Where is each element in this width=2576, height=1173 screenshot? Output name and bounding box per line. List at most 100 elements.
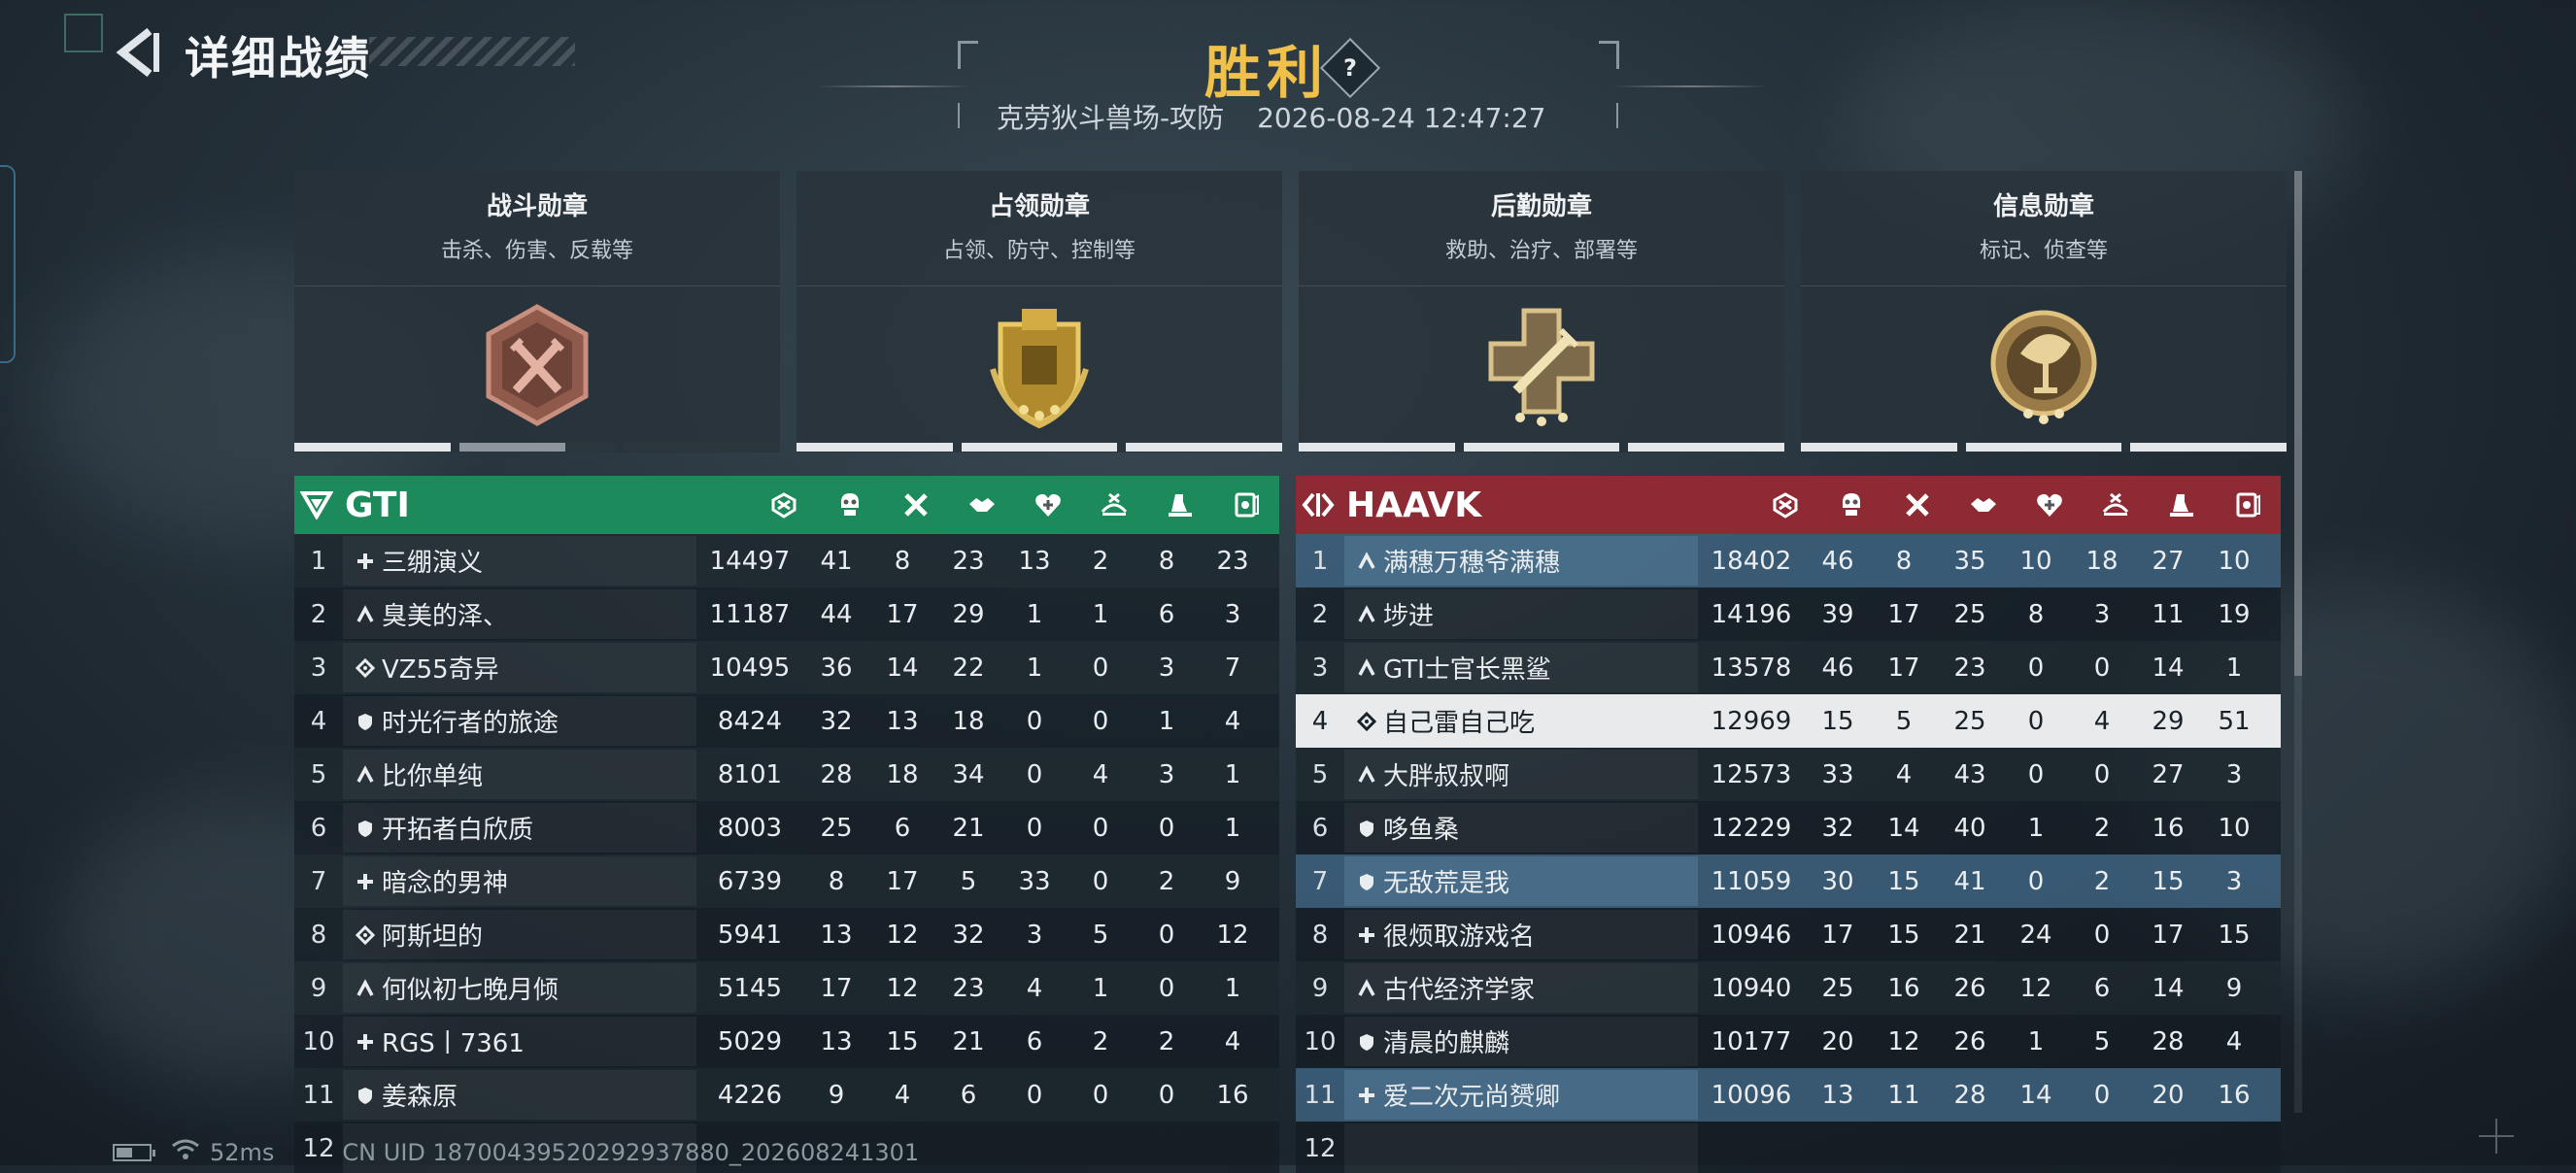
deploy-icon[interactable] [2149, 476, 2215, 534]
player-stat: 17 [2152, 920, 2185, 950]
player-stat: 7 [1224, 653, 1241, 683]
medal-card[interactable]: 信息勋章 标记、侦查等 [1801, 171, 2288, 452]
player-stat: 11 [2152, 599, 2185, 629]
player-row[interactable]: 1 三绷演义 14497 41 8 23 13 2 8 23 [294, 534, 1279, 587]
player-row[interactable]: 2 臭美的泽、 11187 44 17 29 1 1 6 3 [294, 587, 1279, 641]
player-stat: 16 [2218, 1080, 2251, 1110]
player-stat: 32 [820, 706, 853, 736]
player-row[interactable]: 6 哆鱼桑 12229 32 14 40 1 2 16 10 [1296, 801, 2281, 855]
medal-description: 标记、侦查等 [1979, 239, 2108, 263]
player-stat: 17 [1887, 653, 1920, 683]
side-tab-handle[interactable] [0, 165, 16, 363]
player-row[interactable]: 9 何似初七晚月倾 5145 17 12 23 4 1 0 1 [294, 961, 1279, 1015]
player-score: 10177 [1711, 1026, 1792, 1056]
team-haavk-panel: HAAVK 1 满穗万穗爷满穗 18402 46 8 35 10 18 27 10 2 埗进 1… [1296, 476, 2281, 1173]
score-icon[interactable] [751, 476, 817, 534]
player-stat: 14 [1887, 813, 1920, 843]
player-stat: 0 [1092, 653, 1109, 683]
player-row[interactable]: 3 VZ55奇异 10495 36 14 22 1 0 3 7 [294, 641, 1279, 694]
player-rank: 2 [310, 599, 327, 629]
player-row[interactable]: 3 GTI士官长黑鲨 13578 46 17 23 0 0 14 1 [1296, 641, 2281, 694]
player-name-cell: 姜森原 [343, 1070, 696, 1120]
player-stat: 3 [1158, 759, 1175, 789]
player-score: 8003 [717, 813, 783, 843]
stat-column-header [751, 476, 1279, 534]
player-list[interactable]: 1 满穗万穗爷满穗 18402 46 8 35 10 18 27 10 2 埗进 14196 39… [1296, 534, 2281, 1173]
player-stat: 9 [1224, 866, 1241, 896]
capture-icon[interactable] [1081, 476, 1147, 534]
player-row[interactable]: 10 清晨的麒麟 10177 20 12 26 1 5 28 4 [1296, 1015, 2281, 1068]
engineer-class-icon [1354, 549, 1379, 574]
assault-class-icon [353, 1029, 378, 1055]
intel-icon[interactable] [2215, 476, 2281, 534]
player-stat: 13 [820, 1026, 853, 1056]
player-row[interactable]: 9 古代经济学家 10940 25 16 26 12 6 14 9 [1296, 961, 2281, 1015]
header-line-left [816, 85, 971, 87]
medal-card[interactable]: 后勤勋章 救助、治疗、部署等 [1299, 171, 1785, 452]
player-score: 12229 [1711, 813, 1792, 843]
kills-icon[interactable] [1818, 476, 1884, 534]
help-button[interactable]: ? [1319, 37, 1381, 99]
player-name-cell: 哆鱼桑 [1344, 803, 1698, 853]
player-row[interactable]: 2 埗进 14196 39 17 25 8 3 11 19 [1296, 587, 2281, 641]
intel-medal-icon [1985, 301, 2102, 431]
player-rank: 1 [310, 546, 327, 576]
player-row[interactable]: 11 姜森原 4226 9 4 6 0 0 0 16 [294, 1068, 1279, 1122]
assists-icon[interactable] [949, 476, 1015, 534]
player-stat: 12 [886, 920, 919, 950]
scrollbar-thumb[interactable] [2294, 171, 2302, 676]
player-score: 8424 [717, 706, 783, 736]
title-stripe-decoration [369, 37, 575, 66]
deploy-icon[interactable] [1147, 476, 1213, 534]
back-arrow-icon[interactable] [115, 25, 161, 80]
player-row[interactable]: 12 [1296, 1122, 2281, 1173]
team-header: GTI [294, 476, 1279, 534]
player-row[interactable]: 11 爱二次元尚赟卿 10096 13 11 28 14 0 20 16 [1296, 1068, 2281, 1122]
player-name-cell: 无敌荒是我 [1344, 856, 1698, 906]
medal-card[interactable]: 战斗勋章 击杀、伤害、反载等 [294, 171, 781, 452]
player-stat: 0 [2027, 866, 2045, 896]
player-row[interactable]: 1 满穗万穗爷满穗 18402 46 8 35 10 18 27 10 [1296, 534, 2281, 587]
player-row[interactable]: 5 大胖叔叔啊 12573 33 4 43 0 0 27 3 [1296, 748, 2281, 801]
revives-icon[interactable] [2017, 476, 2083, 534]
player-stat: 4 [1026, 973, 1043, 1003]
player-stat: 0 [1092, 813, 1109, 843]
score-icon[interactable] [1752, 476, 1818, 534]
support-class-icon [1354, 869, 1379, 894]
player-row[interactable]: 7 无敌荒是我 11059 30 15 41 0 2 15 3 [1296, 855, 2281, 908]
assault-class-icon [1354, 922, 1379, 948]
player-row[interactable]: 8 很烦取游戏名 10946 17 15 21 24 0 17 15 [1296, 908, 2281, 961]
player-stat: 0 [1026, 1080, 1043, 1110]
player-row[interactable]: 6 开拓者白欣质 8003 25 6 21 0 0 0 1 [294, 801, 1279, 855]
medal-progress [1801, 443, 2288, 452]
player-stat: 0 [1026, 706, 1043, 736]
player-stat: 22 [952, 653, 985, 683]
player-row-self[interactable]: 4 自己雷自己吃 12969 15 5 25 0 4 29 51 [1296, 694, 2281, 748]
revives-icon[interactable] [1015, 476, 1081, 534]
player-stat: 36 [820, 653, 853, 683]
player-row[interactable]: 10 RGS丨7361 5029 13 15 21 6 2 2 4 [294, 1015, 1279, 1068]
player-stat: 20 [2152, 1080, 2185, 1110]
intel-icon[interactable] [1213, 476, 1279, 534]
player-stat: 10 [2218, 813, 2251, 843]
assists-icon[interactable] [1950, 476, 2017, 534]
player-stat: 30 [1821, 866, 1854, 896]
deaths-icon[interactable] [883, 476, 949, 534]
player-row[interactable]: 8 阿斯坦的 5941 13 12 32 3 5 0 12 [294, 908, 1279, 961]
player-name-cell: 大胖叔叔啊 [1344, 750, 1698, 799]
player-list[interactable]: 1 三绷演义 14497 41 8 23 13 2 8 23 2 臭美的泽、 11187 44 17… [294, 534, 1279, 1173]
player-stat: 16 [1216, 1080, 1249, 1110]
player-row[interactable]: 5 比你单纯 8101 28 18 34 0 4 3 1 [294, 748, 1279, 801]
medal-card[interactable]: 占领勋章 占领、防守、控制等 [797, 171, 1283, 452]
player-row[interactable]: 7 暗念的男神 6739 8 17 5 33 0 2 9 [294, 855, 1279, 908]
player-rank: 1 [1311, 546, 1329, 576]
deaths-icon[interactable] [1884, 476, 1950, 534]
player-row[interactable]: 4 时光行者的旅途 8424 32 13 18 0 0 1 4 [294, 694, 1279, 748]
player-stat: 46 [1821, 653, 1854, 683]
player-stat: 13 [1018, 546, 1051, 576]
capture-icon[interactable] [2083, 476, 2149, 534]
player-stat: 15 [886, 1026, 919, 1056]
player-score: 6739 [717, 866, 783, 896]
kills-icon[interactable] [817, 476, 883, 534]
player-name-cell: 臭美的泽、 [343, 589, 696, 639]
